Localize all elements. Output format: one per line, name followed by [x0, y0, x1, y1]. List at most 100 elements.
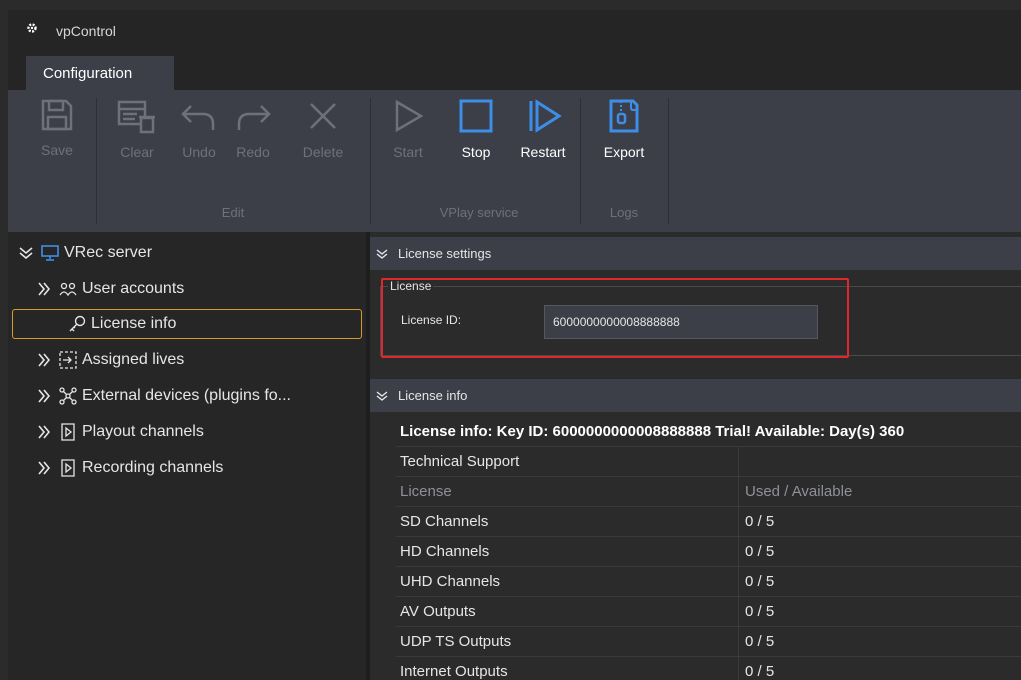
- row-value: 0 / 5: [738, 537, 1021, 566]
- separator: [668, 98, 669, 224]
- license-summary: License info: Key ID: 600000000000888888…: [400, 423, 905, 440]
- row-value: 0 / 5: [738, 597, 1021, 626]
- start-button[interactable]: Start: [386, 98, 430, 160]
- section-title: License settings: [398, 246, 492, 261]
- table-row: UDP TS Outputs 0 / 5: [396, 627, 1021, 657]
- license-settings-header[interactable]: License settings: [370, 237, 1021, 270]
- tree-item-label: License info: [91, 315, 177, 332]
- users-icon: [58, 279, 78, 299]
- chevron-down-icon[interactable]: [376, 248, 388, 259]
- table-row: AV Outputs 0 / 5: [396, 597, 1021, 627]
- clear-label: Clear: [120, 144, 154, 160]
- restart-icon: [529, 99, 562, 133]
- row-name: HD Channels: [400, 543, 490, 560]
- chevron-right-icon[interactable]: [36, 353, 52, 367]
- row-name: Internet Outputs: [400, 663, 508, 680]
- tree-item-recording-channels[interactable]: Recording channels: [36, 453, 358, 483]
- group-label-logs: Logs: [609, 205, 639, 220]
- ribbon-toolbar: Save Clear Undo Redo Delete Edit Start S…: [8, 90, 1021, 232]
- export-label: Export: [603, 144, 645, 160]
- undo-label: Undo: [182, 144, 216, 160]
- column-header-used: Used / Available: [738, 477, 1021, 506]
- chevron-right-icon[interactable]: [36, 282, 52, 296]
- tree-item-assigned-lives[interactable]: Assigned lives: [36, 345, 358, 375]
- tree-item-external-devices[interactable]: External devices (plugins fo...: [36, 381, 358, 411]
- row-value: 0 / 5: [738, 507, 1021, 536]
- stop-icon: [459, 99, 493, 133]
- row-name: UHD Channels: [400, 573, 501, 590]
- table-row: Internet Outputs 0 / 5: [396, 657, 1021, 680]
- tree-root-label: VRec server: [64, 244, 153, 261]
- chevron-right-icon[interactable]: [36, 425, 52, 439]
- redo-button[interactable]: Redo: [230, 98, 276, 160]
- row-value: 0 / 5: [738, 657, 1021, 680]
- license-info-table: License info: Key ID: 600000000000888888…: [396, 417, 1021, 680]
- title-bar: vpControl: [8, 10, 1021, 54]
- technical-support-label: Technical Support: [400, 453, 520, 470]
- tree-item-playout-channels[interactable]: Playout channels: [36, 417, 358, 447]
- channel-icon: [58, 422, 78, 442]
- row-name: AV Outputs: [400, 603, 476, 620]
- assign-icon: [58, 350, 78, 370]
- tree-item-user-accounts[interactable]: User accounts: [36, 274, 358, 304]
- table-row: SD Channels 0 / 5: [396, 507, 1021, 537]
- column-header-license: License: [400, 483, 452, 500]
- row-value: 0 / 5: [738, 567, 1021, 596]
- delete-button[interactable]: Delete: [284, 98, 362, 160]
- channel-icon: [58, 458, 78, 478]
- technical-support-value: [738, 447, 1021, 476]
- tree-item-label: Playout channels: [82, 423, 204, 440]
- redo-label: Redo: [236, 144, 270, 160]
- app-title: vpControl: [56, 23, 116, 39]
- clear-button[interactable]: Clear: [110, 98, 164, 160]
- license-group-title: License: [388, 279, 434, 293]
- undo-button[interactable]: Undo: [176, 98, 222, 160]
- export-button[interactable]: Export: [594, 98, 654, 160]
- group-label-vplay: VPlay service: [439, 205, 519, 220]
- chevron-down-icon[interactable]: [376, 390, 388, 401]
- table-row: Technical Support: [396, 447, 1021, 477]
- tree-item-label: Assigned lives: [82, 351, 185, 368]
- key-icon: [67, 314, 87, 334]
- license-id-label: License ID:: [401, 313, 462, 327]
- chevron-down-icon[interactable]: [18, 247, 34, 259]
- tree-root-vrec-server[interactable]: VRec server: [18, 238, 358, 268]
- license-id-field[interactable]: [544, 305, 818, 339]
- tab-bar: Configuration: [8, 54, 1021, 90]
- restart-button[interactable]: Restart: [512, 98, 574, 160]
- play-icon: [395, 99, 424, 133]
- tree-item-license-info[interactable]: License info: [12, 309, 362, 339]
- stop-button[interactable]: Stop: [454, 98, 498, 160]
- license-info-header[interactable]: License info: [370, 379, 1021, 412]
- tree-item-label: Recording channels: [82, 459, 224, 476]
- row-value: 0 / 5: [738, 627, 1021, 656]
- chevron-right-icon[interactable]: [36, 389, 52, 403]
- save-icon: [41, 99, 73, 131]
- section-title: License info: [398, 388, 468, 403]
- tree-item-label: External devices (plugins fo...: [82, 387, 291, 404]
- license-summary-row: License info: Key ID: 600000000000888888…: [396, 417, 1021, 447]
- monitor-icon: [40, 243, 60, 263]
- zip-icon: [609, 99, 639, 133]
- network-icon: [58, 386, 78, 406]
- group-label-edit: Edit: [221, 205, 245, 220]
- gear-icon: [27, 23, 37, 33]
- undo-icon: [181, 105, 215, 130]
- tab-configuration[interactable]: Configuration: [26, 56, 174, 90]
- table-row: HD Channels 0 / 5: [396, 537, 1021, 567]
- stop-label: Stop: [461, 144, 491, 160]
- table-header-row: License Used / Available: [396, 477, 1021, 507]
- row-name: UDP TS Outputs: [400, 633, 512, 650]
- redo-icon: [237, 105, 271, 130]
- start-label: Start: [393, 144, 423, 160]
- table-row: UHD Channels 0 / 5: [396, 567, 1021, 597]
- close-icon: [310, 103, 336, 129]
- clear-icon: [117, 100, 155, 134]
- save-button[interactable]: Save: [34, 98, 80, 158]
- restart-label: Restart: [520, 144, 566, 160]
- chevron-right-icon[interactable]: [36, 461, 52, 475]
- navigation-tree: VRec server User accounts License info A…: [8, 232, 366, 680]
- main-content: License settings License License ID: Lic…: [370, 232, 1021, 680]
- tree-item-label: User accounts: [82, 280, 185, 297]
- save-label: Save: [41, 142, 73, 158]
